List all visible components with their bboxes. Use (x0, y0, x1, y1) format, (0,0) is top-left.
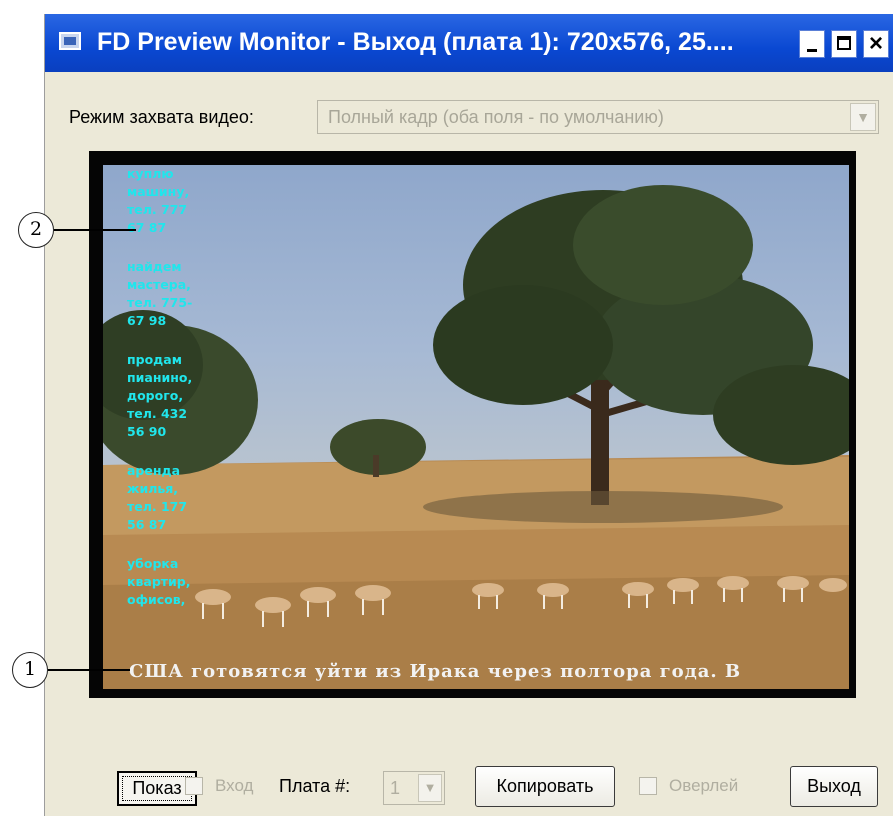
chevron-down-icon[interactable]: ▼ (418, 774, 442, 802)
callout-one: 1 (12, 652, 48, 688)
minimize-button[interactable] (799, 30, 825, 58)
crawl-item: найдем мастера, тел. 775- 67 98 (127, 259, 193, 328)
capture-mode-label: Режим захвата видео: (69, 107, 254, 127)
title-bar[interactable]: FD Preview Monitor - Выход (плата 1): 72… (45, 14, 893, 72)
crawl-item: уборка квартир, офисов, (127, 556, 191, 607)
advert-crawl: куплю машину, тел. 777 67 87 найдем маст… (127, 165, 237, 630)
crawl-item: аренда жилья, тел. 177 56 87 (127, 463, 188, 532)
crawl-item: продам пианино, дорого, тел. 432 56 90 (127, 352, 193, 439)
capture-mode-value: Полный кадр (оба поля - по умолчанию) (328, 107, 664, 127)
news-ticker: США готовятся уйти из Ирака через полтор… (129, 661, 742, 682)
callout-one-line (48, 669, 130, 671)
exit-button[interactable]: Выход (790, 766, 878, 807)
board-value: 1 (390, 778, 401, 798)
maximize-button[interactable] (831, 30, 857, 58)
input-checkbox-label: Вход (215, 776, 254, 795)
preview-monitor-window: FD Preview Monitor - Выход (плата 1): 72… (44, 14, 893, 816)
board-label: Плата #: (279, 776, 351, 796)
chevron-down-icon[interactable]: ▼ (850, 103, 876, 131)
input-checkbox[interactable] (185, 777, 203, 795)
monitor-app-icon (59, 32, 81, 50)
callout-two-line (54, 229, 136, 231)
overlay-checkbox[interactable] (639, 777, 657, 795)
video-frame: куплю машину, тел. 777 67 87 найдем маст… (103, 165, 849, 689)
copy-button[interactable]: Копировать (475, 766, 615, 807)
capture-mode-select[interactable]: Полный кадр (оба поля - по умолчанию) ▼ (317, 100, 879, 134)
callout-two: 2 (18, 212, 54, 248)
close-button[interactable]: × (863, 30, 889, 58)
overlay-checkbox-label: Оверлей (669, 776, 739, 795)
video-preview: куплю машину, тел. 777 67 87 найдем маст… (89, 151, 856, 698)
board-select[interactable]: 1 ▼ (383, 771, 445, 805)
window-title: FD Preview Monitor - Выход (плата 1): 72… (97, 28, 734, 56)
crawl-item: куплю машину, тел. 777 67 87 (127, 166, 190, 235)
